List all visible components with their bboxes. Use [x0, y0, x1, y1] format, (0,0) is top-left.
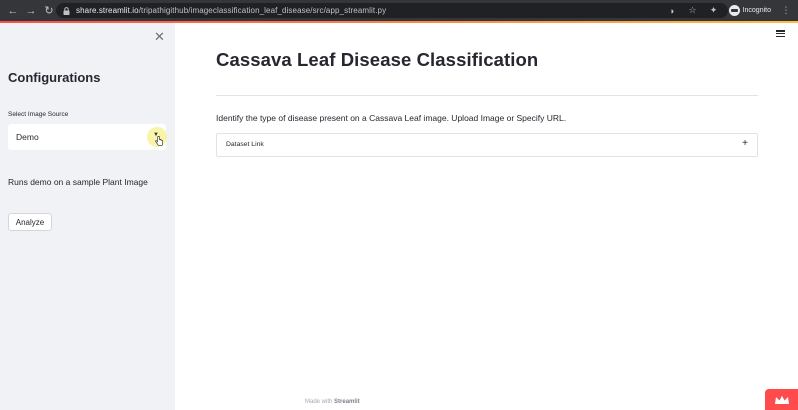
select-value: Demo: [16, 132, 39, 142]
close-icon[interactable]: ✕: [154, 29, 165, 45]
intro-text: Identify the type of disease present on …: [216, 113, 567, 123]
plus-icon[interactable]: +: [742, 138, 748, 149]
sidebar-description: Runs demo on a sample Plant Image: [8, 177, 148, 187]
dataset-link-expander[interactable]: Dataset Link +: [216, 133, 758, 157]
image-source-select[interactable]: Demo ▼: [8, 124, 167, 150]
lock-icon: [62, 6, 70, 15]
streamlit-badge[interactable]: [765, 389, 798, 410]
sidebar: ✕ Configurations Select Image Source Dem…: [0, 23, 175, 410]
extensions-icon[interactable]: ✦: [708, 5, 720, 16]
address-bar[interactable]: share.streamlit.io/tripathigithub/imagec…: [56, 3, 728, 18]
eye-off-icon[interactable]: ◑: [666, 6, 678, 16]
incognito-label: Incognito: [742, 7, 771, 14]
footer-prefix: Made with: [305, 399, 333, 405]
sidebar-title: Configurations: [8, 70, 101, 85]
star-icon[interactable]: ☆: [687, 5, 699, 16]
more-vertical-icon[interactable]: ⋮: [780, 5, 792, 16]
incognito-icon: [728, 5, 740, 16]
forward-icon[interactable]: →: [24, 4, 38, 18]
select-label: Select Image Source: [8, 111, 69, 118]
footer-brand-link[interactable]: Streamlit: [334, 399, 360, 405]
hamburger-menu-icon[interactable]: [776, 30, 785, 37]
url-text: share.streamlit.io/tripathigithub/imagec…: [76, 6, 387, 15]
divider: [216, 95, 758, 96]
reload-icon[interactable]: ↻: [42, 4, 56, 18]
crown-icon: [774, 395, 789, 404]
main-content: Cassava Leaf Disease Classification Iden…: [175, 23, 798, 410]
browser-toolbar: ← → ↻ share.streamlit.io/tripathigithub/…: [0, 0, 798, 21]
footer: Made with Streamlit: [305, 399, 360, 405]
expander-label: Dataset Link: [226, 141, 264, 148]
hand-pointer-icon: [155, 136, 163, 146]
back-icon[interactable]: ←: [6, 4, 20, 18]
analyze-button[interactable]: Analyze: [8, 213, 52, 231]
incognito-profile[interactable]: Incognito: [728, 5, 771, 16]
page-title: Cassava Leaf Disease Classification: [216, 49, 539, 70]
